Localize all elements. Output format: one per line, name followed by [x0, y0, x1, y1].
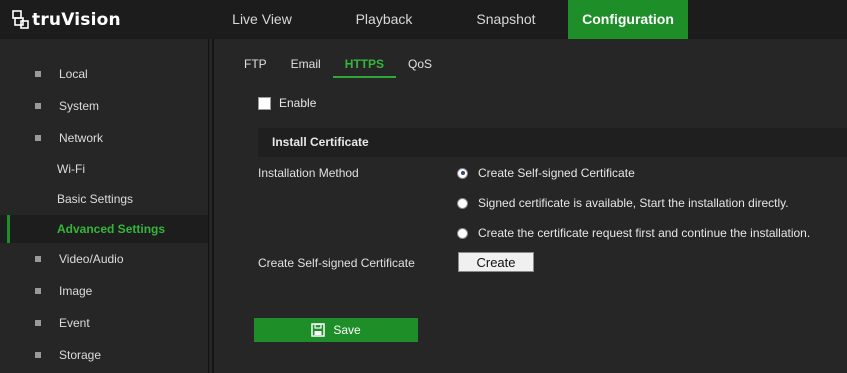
enable-checkbox[interactable] [258, 96, 271, 110]
sidebar-item-label: Storage [59, 348, 102, 362]
top-bar: truVision Live View Playback Snapshot Co… [0, 0, 847, 39]
sidebar-divider [208, 39, 209, 373]
sidebar-divider [212, 39, 214, 373]
sidebar-item-label: Advanced Settings [57, 222, 166, 236]
tab-qos[interactable]: QoS [396, 50, 444, 78]
sidebar-item-label: Network [59, 131, 104, 145]
radio-button[interactable] [457, 167, 468, 179]
sidebar-item-wifi[interactable]: Wi-Fi [0, 155, 208, 183]
bullet-icon [35, 135, 41, 141]
tab-configuration[interactable]: Configuration [568, 0, 688, 39]
bullet-icon [35, 352, 41, 358]
sidebar-item-basic-settings[interactable]: Basic Settings [0, 185, 208, 213]
sidebar-item-label: Local [59, 67, 88, 81]
save-button[interactable]: Save [254, 318, 418, 342]
bullet-icon [35, 256, 41, 262]
sidebar-item-image[interactable]: Image [0, 277, 208, 305]
sidebar-item-label: Basic Settings [57, 192, 134, 206]
sidebar-item-system[interactable]: System [0, 92, 208, 120]
active-tab-underline [332, 76, 397, 78]
sidebar-item-label: System [59, 99, 100, 113]
brand-name: truVision [32, 10, 121, 30]
tab-playback[interactable]: Playback [324, 0, 444, 39]
option-certificate-request[interactable]: Create the certificate request first and… [457, 226, 810, 240]
sidebar-item-network[interactable]: Network [0, 124, 208, 152]
installation-method-label: Installation Method [258, 166, 359, 180]
main-nav: Live View Playback Snapshot Configuratio… [200, 0, 688, 39]
tab-email[interactable]: Email [279, 50, 333, 78]
sidebar-item-local[interactable]: Local [0, 60, 208, 88]
sidebar: Local System Network Wi-Fi Basic Setting… [0, 39, 208, 373]
sidebar-item-storage[interactable]: Storage [0, 341, 208, 369]
tab-https[interactable]: HTTPS [332, 50, 397, 78]
option-label: Create Self-signed Certificate [478, 166, 635, 180]
option-label: Signed certificate is available, Start t… [478, 196, 789, 210]
radio-button[interactable] [457, 197, 468, 209]
sidebar-item-event[interactable]: Event [0, 309, 208, 337]
brand-logo: truVision [12, 8, 121, 32]
bullet-icon [35, 103, 41, 109]
sub-tabs: FTP Email HTTPS QoS [232, 50, 444, 78]
section-header: Install Certificate [258, 128, 847, 157]
option-signed-available[interactable]: Signed certificate is available, Start t… [457, 196, 789, 210]
radio-button[interactable] [457, 227, 468, 239]
section-title: Install Certificate [272, 135, 369, 149]
option-self-signed[interactable]: Create Self-signed Certificate [457, 166, 635, 180]
sidebar-item-label: Video/Audio [59, 252, 124, 266]
enable-row: Enable [258, 96, 316, 110]
sidebar-item-label: Event [59, 316, 90, 330]
enable-label: Enable [279, 96, 317, 110]
create-button[interactable]: Create [458, 252, 534, 272]
floppy-disk-icon [311, 323, 326, 337]
save-label: Save [333, 323, 361, 337]
tab-ftp[interactable]: FTP [232, 50, 279, 78]
active-indicator [7, 215, 10, 243]
sidebar-item-video-audio[interactable]: Video/Audio [0, 245, 208, 273]
option-label: Create the certificate request first and… [478, 226, 811, 240]
sidebar-item-advanced-settings[interactable]: Advanced Settings [0, 215, 208, 243]
bullet-icon [35, 71, 41, 77]
tab-snapshot[interactable]: Snapshot [444, 0, 568, 39]
sidebar-item-label: Image [59, 284, 93, 298]
sidebar-item-label: Wi-Fi [57, 162, 85, 176]
truvision-logo-icon [12, 10, 29, 29]
create-cert-label: Create Self-signed Certificate [258, 256, 415, 270]
tab-live-view[interactable]: Live View [200, 0, 324, 39]
bullet-icon [35, 320, 41, 326]
bullet-icon [35, 288, 41, 294]
